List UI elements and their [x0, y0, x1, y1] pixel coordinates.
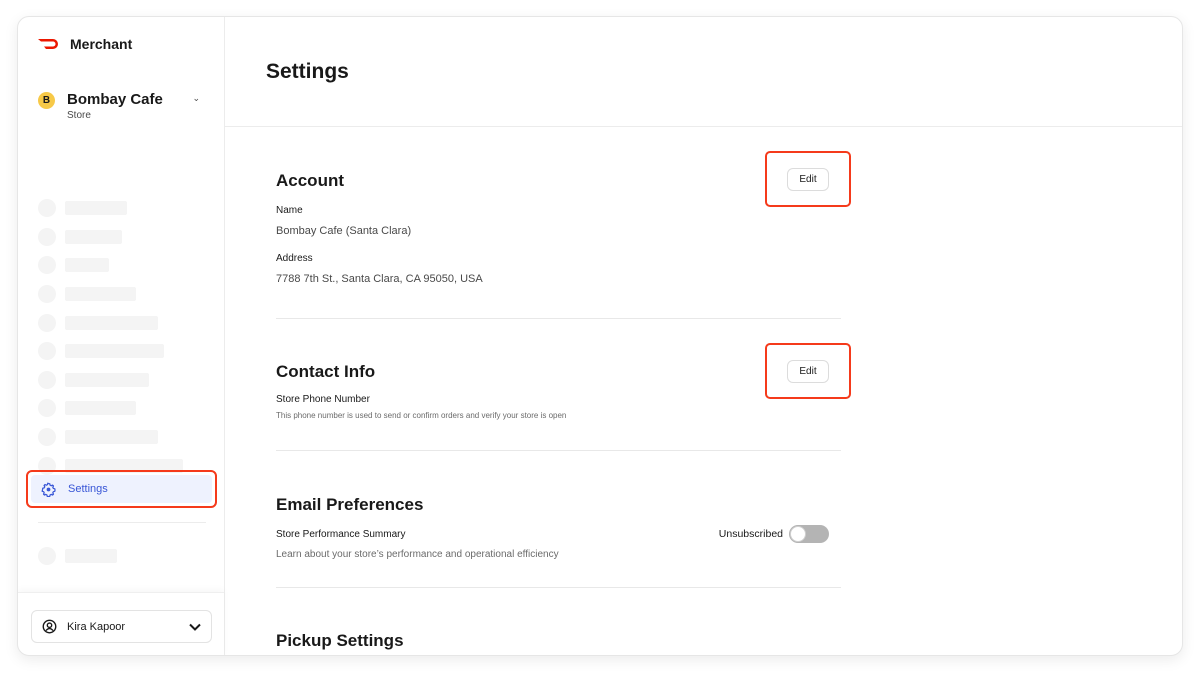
phone-label: Store Phone Number [276, 394, 370, 405]
main-content: Settings Account Name Bombay Cafe (Santa… [225, 17, 1182, 655]
contact-edit-highlight: Edit [765, 343, 851, 399]
nav-skeleton-item [38, 337, 183, 366]
nav-skeleton-item [38, 280, 183, 309]
user-circle-icon [42, 619, 57, 634]
brand-name: Merchant [70, 36, 133, 52]
name-label: Name [276, 205, 303, 216]
brand[interactable]: Merchant [38, 36, 132, 52]
store-avatar: B [38, 92, 55, 109]
page-header: Settings [225, 17, 1182, 127]
account-edit-highlight: Edit [765, 151, 851, 207]
subscription-status: Unsubscribed [718, 528, 783, 540]
summary-hint: Learn about your store’s performance and… [276, 549, 559, 560]
sidebar-item-label: Settings [68, 483, 108, 495]
account-section: Account Name Bombay Cafe (Santa Clara) A… [276, 171, 841, 285]
chevron-down-icon: ⌄ [192, 93, 200, 103]
sidebar-item-settings-highlight: Settings [26, 470, 217, 508]
phone-hint: This phone number is used to send or con… [276, 411, 567, 420]
nav-skeleton-item [38, 547, 117, 565]
contact-edit-button[interactable]: Edit [787, 359, 829, 383]
page-title: Settings [266, 60, 349, 83]
contact-section: Contact Info Store Phone Number This pho… [276, 362, 841, 420]
section-title: Pickup Settings [276, 631, 404, 650]
toggle-knob [790, 526, 806, 542]
section-divider [276, 318, 841, 319]
store-switcher[interactable]: B Bombay Cafe Store ⌄ [38, 91, 208, 121]
pickup-section: Pickup Settings [276, 631, 841, 651]
chevron-down-icon [189, 623, 201, 631]
gear-icon [41, 482, 56, 497]
section-divider [276, 450, 841, 451]
email-section: Email Preferences Store Performance Summ… [276, 495, 841, 560]
store-type: Store [67, 110, 91, 121]
sidebar-item-settings[interactable]: Settings [31, 475, 212, 503]
nav-skeleton-item [38, 394, 183, 423]
section-title: Account [276, 171, 344, 190]
nav-skeleton-item [38, 423, 183, 452]
nav-skeleton-item [38, 251, 183, 280]
nav-skeleton-item [38, 194, 183, 223]
store-name: Bombay Cafe [67, 91, 163, 108]
nav-skeleton-list [38, 194, 183, 480]
address-label: Address [276, 253, 313, 264]
section-title: Email Preferences [276, 495, 424, 514]
subscription-toggle[interactable] [789, 525, 829, 543]
section-divider [276, 587, 841, 588]
section-title: Contact Info [276, 362, 376, 381]
doordash-logo-icon [38, 39, 58, 49]
app-window: Merchant B Bombay Cafe Store ⌄ Settings … [17, 16, 1183, 656]
sidebar-divider [38, 522, 206, 523]
user-area: Kira Kapoor [18, 592, 224, 655]
nav-skeleton-item [38, 308, 183, 337]
account-edit-button[interactable]: Edit [787, 167, 829, 191]
nav-skeleton-item [38, 223, 183, 252]
name-value: Bombay Cafe (Santa Clara) [276, 225, 412, 237]
user-name: Kira Kapoor [67, 620, 126, 633]
user-menu-button[interactable]: Kira Kapoor [31, 610, 212, 643]
nav-skeleton-item [38, 366, 183, 395]
sidebar: Merchant B Bombay Cafe Store ⌄ Settings … [18, 17, 225, 655]
address-value: 7788 7th St., Santa Clara, CA 95050, USA [276, 273, 483, 285]
